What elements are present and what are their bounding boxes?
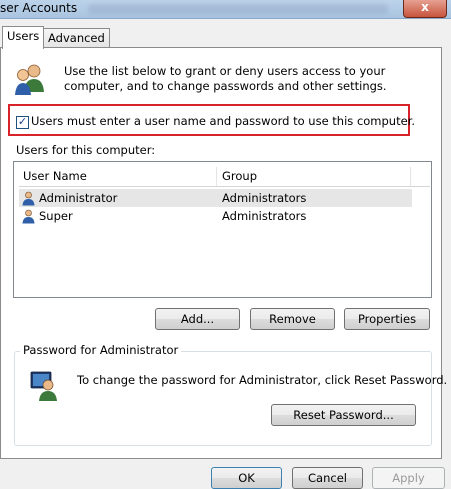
user-name-cell: Administrator (39, 191, 118, 205)
user-group-cell: Administrators (222, 209, 307, 223)
add-button[interactable]: Add... (155, 308, 240, 330)
close-button[interactable]: x (403, 0, 447, 18)
blurred-title-region (88, 4, 388, 14)
properties-button[interactable]: Properties (344, 308, 430, 330)
column-header-user-name[interactable]: User Name (23, 169, 87, 183)
cancel-button[interactable]: Cancel (292, 467, 363, 489)
users-list[interactable]: User Name Group Administrator Administra… (13, 161, 432, 298)
column-header-group[interactable]: Group (222, 169, 257, 183)
table-row[interactable]: Super Administrators (19, 207, 412, 225)
require-login-checkbox[interactable]: ✓ (16, 116, 29, 129)
title-bar: ser Accounts x (0, 0, 451, 19)
tab-users-label: Users (7, 29, 40, 43)
tab-advanced-label: Advanced (48, 31, 105, 45)
tab-advanced[interactable]: Advanced (43, 28, 110, 48)
user-group-cell: Administrators (222, 191, 307, 205)
window-title: ser Accounts (0, 1, 78, 15)
password-instructions: To change the password for Administrator… (77, 373, 448, 387)
tab-users[interactable]: Users (2, 26, 45, 49)
list-header: User Name Group (19, 167, 430, 187)
apply-button: Apply (372, 467, 445, 489)
table-row[interactable]: Administrator Administrators (19, 189, 412, 207)
users-description: Use the list below to grant or deny user… (64, 64, 387, 93)
remove-button[interactable]: Remove (250, 308, 335, 330)
user-icon (21, 209, 36, 227)
column-divider[interactable] (410, 167, 411, 186)
password-groupbox (14, 351, 432, 446)
users-list-label: Users for this computer: (16, 143, 156, 157)
user-name-cell: Super (39, 209, 73, 223)
column-divider[interactable] (216, 167, 217, 186)
require-login-label[interactable]: Users must enter a user name and passwor… (31, 114, 415, 128)
password-groupbox-title: Password for Administrator (20, 343, 182, 357)
users-group-icon (13, 62, 47, 99)
user-password-icon (30, 370, 60, 405)
ok-button[interactable]: OK (211, 467, 282, 489)
reset-password-button[interactable]: Reset Password... (271, 404, 416, 426)
